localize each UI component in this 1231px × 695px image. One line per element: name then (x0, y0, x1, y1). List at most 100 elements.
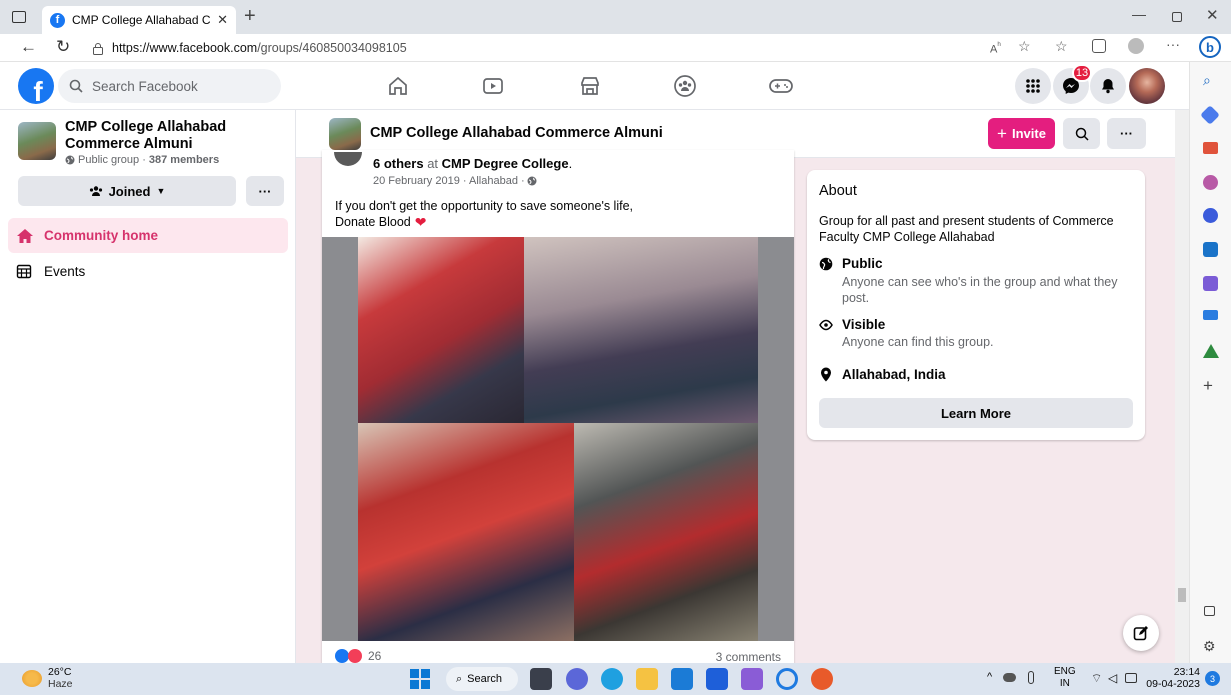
page-scrollbar[interactable] (1175, 110, 1189, 663)
hide-sidebar-icon[interactable] (1204, 606, 1215, 616)
notifications-bell-icon[interactable] (1090, 68, 1126, 104)
onedrive-icon[interactable] (1003, 673, 1016, 682)
taskbar-search[interactable]: ⌕ Search (446, 667, 518, 691)
task-view-icon[interactable] (530, 668, 552, 690)
settings-more-icon[interactable]: ··· (1166, 36, 1180, 52)
shopping-tag-icon[interactable] (1200, 105, 1220, 125)
cortana-icon[interactable] (776, 668, 798, 690)
group-header-more-button[interactable]: ··· (1107, 118, 1146, 149)
designer-icon[interactable] (1203, 276, 1218, 291)
wifi-icon[interactable]: ⌔ (1091, 671, 1102, 686)
post-photo-3[interactable] (358, 423, 574, 641)
mail-icon[interactable] (671, 668, 693, 690)
post-photo-collage[interactable] (322, 237, 794, 641)
tagged-others-link[interactable]: 6 others (373, 156, 424, 171)
nav-events[interactable]: Events (16, 260, 85, 282)
post-reactions[interactable]: 26 (335, 649, 381, 663)
group-header-thumbnail[interactable] (329, 118, 361, 150)
tree-icon[interactable] (1203, 344, 1219, 358)
post-photo-1[interactable] (358, 237, 524, 423)
read-aloud-icon[interactable]: Aʰ (990, 40, 1001, 56)
profile-avatar[interactable] (1129, 68, 1165, 104)
powerpoint-icon[interactable] (811, 668, 833, 690)
add-sidebar-app-icon[interactable]: + (1203, 376, 1213, 396)
sidebar-settings-icon[interactable]: ⚙ (1203, 638, 1216, 655)
eye-icon (819, 319, 833, 331)
clock[interactable]: 23:14 09-04-2023 (1146, 666, 1200, 690)
joined-button[interactable]: Joined ▼ (18, 176, 236, 206)
groups-icon[interactable] (673, 74, 697, 98)
edge-browser-icon[interactable] (601, 668, 623, 690)
language-indicator[interactable]: ENG IN (1054, 666, 1076, 690)
windows-start-icon[interactable] (410, 669, 430, 689)
volume-icon[interactable]: ◁ (1108, 671, 1117, 685)
microphone-icon[interactable] (1028, 671, 1034, 684)
tab-actions-icon[interactable] (12, 11, 26, 23)
watch-icon[interactable] (482, 75, 504, 97)
location-pin-icon (821, 367, 831, 382)
about-card: About Group for all past and present stu… (807, 170, 1145, 440)
outlook-icon[interactable] (1203, 242, 1218, 257)
facebook-logo-icon[interactable]: f (18, 68, 54, 104)
post-date[interactable]: 20 February 2019 · Allahabad · (373, 175, 525, 187)
weather-haze-icon[interactable] (22, 670, 42, 687)
battery-icon[interactable] (1125, 673, 1137, 683)
tagged-place-link[interactable]: CMP Degree College (442, 156, 569, 171)
tools-icon[interactable] (1203, 142, 1218, 154)
teams-chat-icon[interactable] (566, 668, 588, 690)
about-description: Group for all past and present students … (819, 214, 1114, 244)
close-window-icon[interactable]: ✕ (1206, 6, 1219, 24)
about-location-title: Allahabad, India (842, 367, 946, 382)
red-heart-icon: ❤ (414, 214, 427, 230)
post-photo-4[interactable] (574, 423, 758, 641)
gaming-icon[interactable] (768, 76, 794, 96)
new-tab-icon[interactable]: + (244, 5, 256, 28)
restore-icon[interactable] (1172, 12, 1182, 22)
windows-taskbar: 26°C Haze ⌕ Search ^ ENG IN ⌔ ◁ 23:14 09-… (0, 663, 1231, 695)
drop-icon[interactable] (1203, 310, 1218, 320)
minimize-icon[interactable]: — (1132, 6, 1146, 22)
add-favorite-icon[interactable]: ☆ (1018, 38, 1031, 55)
group-search-button[interactable] (1063, 118, 1100, 149)
sidebar-search-icon[interactable]: ⌕ (1203, 72, 1211, 89)
back-icon[interactable]: ← (20, 37, 37, 57)
profile-icon[interactable] (1128, 38, 1144, 54)
sidebar-group-name[interactable]: CMP College Allahabad Commerce Almuni (65, 119, 290, 153)
invite-label: Invite (1011, 126, 1046, 141)
post-author-avatar[interactable] (334, 152, 362, 166)
browser-tab[interactable]: f CMP College Allahabad Comme ✕ (42, 6, 236, 34)
search-facebook-input[interactable]: Search Facebook (58, 69, 281, 103)
group-more-button[interactable]: ··· (246, 176, 284, 206)
nav-community-home[interactable]: Community home (8, 218, 288, 253)
dropbox-icon[interactable] (706, 668, 728, 690)
refresh-icon[interactable]: ↻ (56, 37, 70, 57)
address-bar[interactable]: https://www.facebook.com/groups/46085003… (92, 37, 980, 59)
favorites-icon[interactable]: ☆ (1055, 38, 1068, 55)
scrollbar-thumb[interactable] (1178, 588, 1186, 602)
menu-grid-icon[interactable] (1015, 68, 1051, 104)
show-hidden-icons[interactable]: ^ (987, 671, 992, 683)
post-photo-2[interactable] (524, 237, 758, 423)
app-icon[interactable] (741, 668, 763, 690)
file-explorer-icon[interactable] (636, 668, 658, 690)
weather-temp: 26°C (48, 666, 72, 678)
marketplace-icon[interactable] (579, 75, 601, 97)
about-public-title: Public (842, 256, 883, 271)
office-icon[interactable] (1203, 208, 1218, 223)
bing-chat-icon[interactable]: b (1199, 36, 1221, 58)
group-member-count[interactable]: 387 members (149, 154, 219, 166)
group-header-title[interactable]: CMP College Allahabad Commerce Almuni (370, 125, 663, 141)
learn-more-button[interactable]: Learn More (819, 398, 1133, 428)
collections-icon[interactable] (1092, 39, 1106, 53)
weather-widget[interactable]: 26°C Haze (48, 666, 73, 690)
people-icon[interactable] (1203, 175, 1218, 190)
home-icon[interactable] (387, 75, 409, 97)
group-cover-thumbnail[interactable] (18, 122, 56, 160)
language-bottom: IN (1059, 678, 1070, 689)
close-tab-icon[interactable]: ✕ (217, 12, 228, 28)
about-visible-title: Visible (842, 317, 886, 332)
notification-count-badge[interactable]: 3 (1205, 671, 1220, 686)
post-comments-count[interactable]: 3 comments (716, 650, 781, 663)
invite-button[interactable]: + Invite (988, 118, 1055, 149)
new-message-button[interactable] (1123, 615, 1159, 651)
